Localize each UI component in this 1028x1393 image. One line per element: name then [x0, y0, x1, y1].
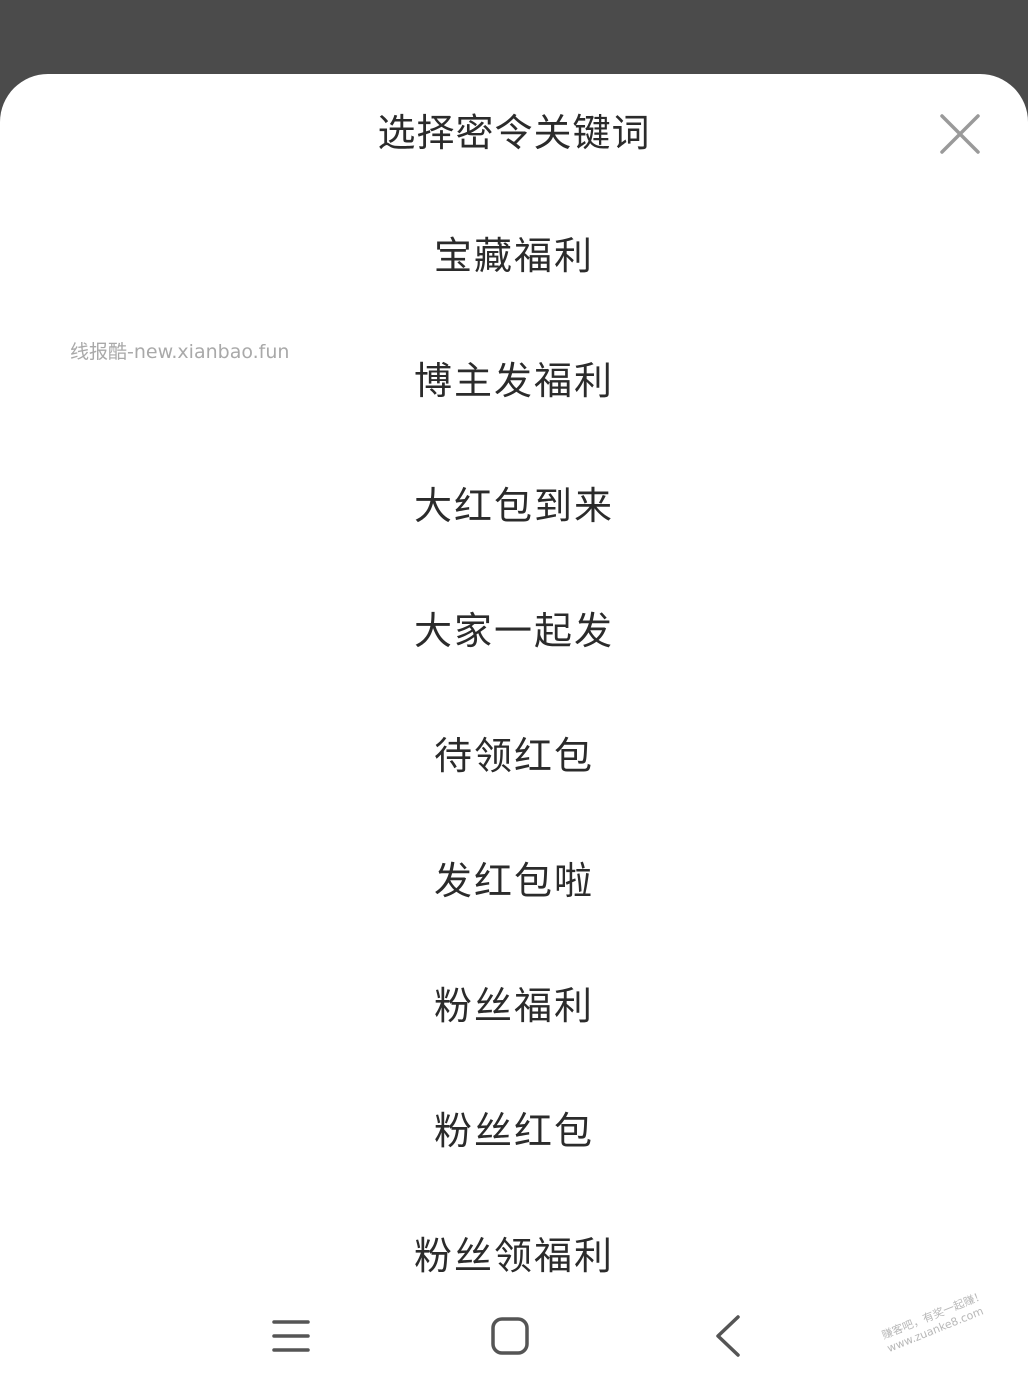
back-button[interactable] — [692, 1306, 764, 1366]
keyword-option[interactable]: 大红包到来 — [0, 443, 1028, 568]
keyword-label: 粉丝红包 — [433, 1108, 594, 1153]
sheet-header: 选择密令关键词 — [0, 74, 1028, 194]
home-icon — [491, 1317, 529, 1355]
keyword-label: 待领红包 — [433, 733, 594, 778]
close-button[interactable] — [930, 104, 990, 164]
keyword-label: 发红包啦 — [433, 858, 594, 903]
keyword-option[interactable]: 待领红包 — [0, 693, 1028, 818]
keyword-label: 大红包到来 — [413, 483, 614, 528]
keyword-picker-sheet: 选择密令关键词 宝藏福利 博主发福利 大红包到来 大家一起发 待领红包 发红包啦… — [0, 74, 1028, 1393]
keyword-option[interactable]: 粉丝红包 — [0, 1068, 1028, 1193]
keyword-option[interactable]: 博主发福利 — [0, 318, 1028, 443]
keyword-label: 宝藏福利 — [433, 234, 594, 278]
back-icon — [716, 1315, 740, 1357]
keyword-option[interactable]: 粉丝福利 — [0, 943, 1028, 1068]
keyword-option[interactable]: 发红包啦 — [0, 818, 1028, 943]
keyword-label: 大家一起发 — [413, 608, 614, 653]
keyword-label: 粉丝福利 — [433, 983, 594, 1028]
close-icon — [940, 114, 980, 154]
home-button[interactable] — [474, 1306, 546, 1366]
system-navigation-bar — [0, 1290, 1028, 1393]
recent-apps-button[interactable] — [255, 1306, 327, 1366]
keyword-option[interactable]: 大家一起发 — [0, 568, 1028, 693]
menu-icon — [272, 1320, 310, 1352]
keyword-label: 粉丝领福利 — [413, 1233, 614, 1278]
sheet-title: 选择密令关键词 — [377, 111, 651, 155]
keyword-label: 博主发福利 — [413, 358, 614, 403]
watermark-text: 线报酷-new.xianbao.fun — [70, 341, 290, 363]
keyword-option[interactable]: 宝藏福利 — [0, 194, 1028, 318]
